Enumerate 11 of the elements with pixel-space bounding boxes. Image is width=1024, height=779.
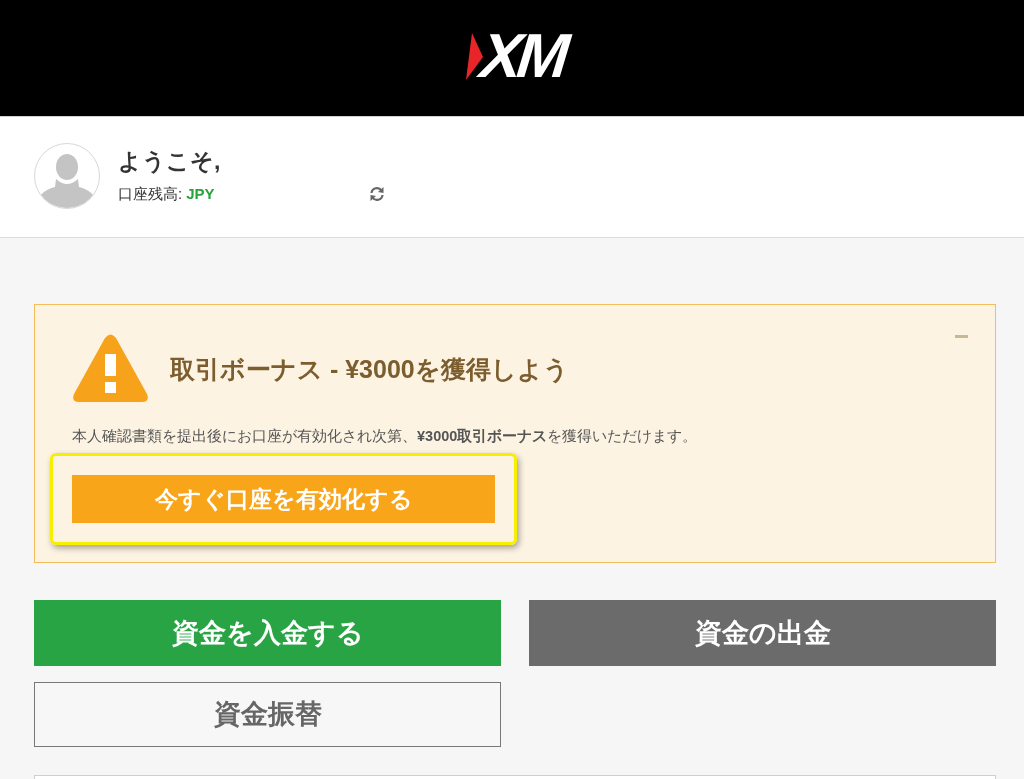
warning-icon (72, 334, 149, 403)
refresh-icon[interactable] (368, 186, 385, 202)
greeting: ようこそ, (118, 147, 222, 175)
withdraw-button[interactable]: 資金の出金 (529, 600, 996, 666)
avatar-icon (34, 143, 100, 209)
alert-title: 取引ボーナス - ¥3000を獲得しよう (170, 353, 569, 384)
alert-message: 本人確認書類を提出後にお口座が有効化され次第、¥3000取引ボーナスを獲得いただけます。 (72, 427, 699, 446)
transfer-button[interactable]: 資金振替 (34, 682, 501, 747)
balance-currency: JPY (186, 185, 215, 203)
deposit-button[interactable]: 資金を入金する (34, 600, 501, 666)
balance-label: 口座残高: (118, 185, 183, 203)
